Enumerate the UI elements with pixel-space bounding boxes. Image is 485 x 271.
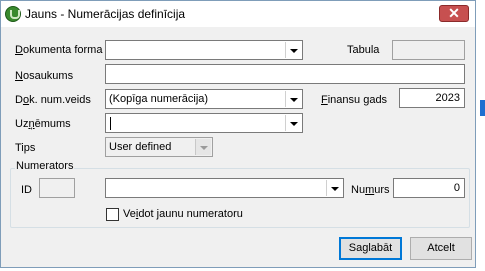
tabula-field: [392, 40, 465, 60]
dialog-window: Jauns - Numerācijas definīcija ✕ Dokumen…: [0, 0, 476, 268]
tips-dropdown-button: [195, 139, 211, 155]
chevron-down-icon: [290, 49, 298, 53]
numurs-label: Numurs: [351, 184, 390, 196]
dok-num-veids-label: Dok. num.veids: [15, 94, 91, 106]
background-edge-mark: [480, 100, 485, 116]
text-cursor: [110, 117, 111, 130]
title-bar: Jauns - Numerācijas definīcija ✕: [1, 1, 475, 27]
dokumenta-forma-dropdown[interactable]: [105, 40, 303, 60]
tabula-label: Tabula: [347, 44, 380, 56]
veidot-jaunu-numeratoru-checkbox[interactable]: [106, 208, 119, 221]
cancel-button[interactable]: Atcelt: [410, 237, 472, 260]
finansu-gads-input[interactable]: 2023: [399, 88, 465, 108]
numerator-id-label: ID: [21, 184, 32, 196]
dokumenta-forma-dropdown-button[interactable]: [285, 42, 301, 58]
dok-num-veids-dropdown-button[interactable]: [285, 91, 301, 107]
tips-label: Tips: [15, 142, 36, 154]
uznemums-dropdown-button[interactable]: [285, 115, 301, 131]
tips-dropdown: User defined: [105, 137, 213, 157]
uznemums-dropdown[interactable]: [105, 113, 303, 133]
uznemums-label: Uzņēmums: [15, 118, 71, 130]
chevron-down-icon: [331, 187, 339, 191]
background-edge: [476, 0, 485, 271]
dok-num-veids-dropdown[interactable]: (Kopīga numerācija): [105, 89, 303, 109]
chevron-down-icon: [290, 122, 298, 126]
numerator-id-field: [39, 178, 75, 198]
chevron-down-icon: [290, 98, 298, 102]
finansu-gads-label: Finansu gads: [321, 94, 388, 106]
numerators-group-title: Numerators: [15, 160, 75, 172]
save-button[interactable]: Saglabāt: [339, 237, 402, 260]
numerator-dropdown-button[interactable]: [326, 180, 342, 196]
numerator-dropdown[interactable]: [105, 178, 344, 198]
veidot-jaunu-numeratoru-label: Veidot jaunu numeratoru: [123, 208, 243, 220]
chevron-down-icon: [200, 146, 208, 150]
nosaukums-label: Nosaukums: [15, 70, 74, 82]
window-title: Jauns - Numerācijas definīcija: [25, 7, 186, 21]
close-button[interactable]: ✕: [439, 5, 469, 22]
numurs-input[interactable]: 0: [393, 178, 465, 198]
dokumenta-forma-label: Dokumenta forma: [15, 44, 103, 56]
app-logo-icon: [5, 6, 21, 22]
nosaukums-input[interactable]: [105, 64, 465, 84]
